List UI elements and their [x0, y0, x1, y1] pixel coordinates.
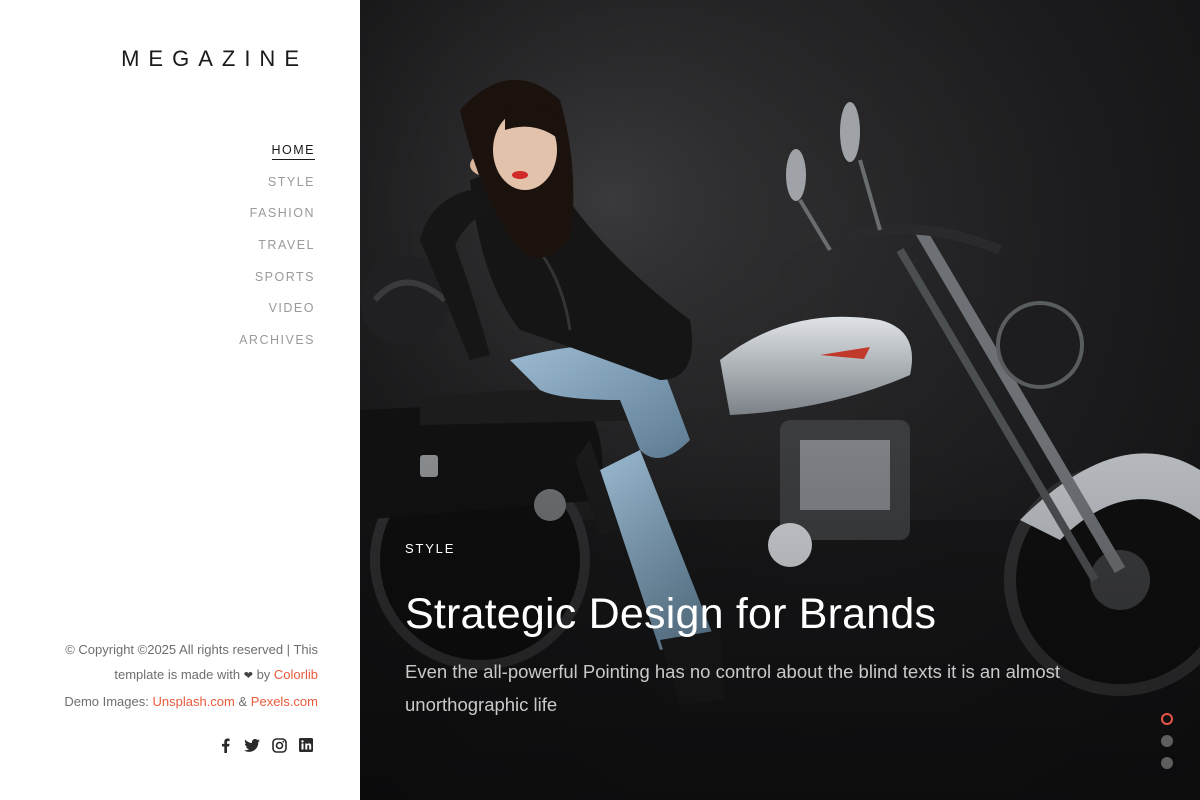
nav-link-style[interactable]: STYLE [268, 175, 315, 191]
slider-dot-3[interactable] [1161, 757, 1173, 769]
nav-item-archives: ARCHIVES [239, 331, 315, 363]
instagram-icon[interactable] [271, 737, 287, 753]
nav-item-sports: SPORTS [239, 268, 315, 300]
nav-item-video: VIDEO [239, 299, 315, 331]
nav-link-archives[interactable]: ARCHIVES [239, 333, 315, 349]
copyright-text: © Copyright ©2025 All rights reserved | … [65, 642, 318, 657]
linkedin-icon[interactable] [298, 737, 314, 753]
nav-link-travel[interactable]: TRAVEL [258, 238, 315, 254]
unsplash-link[interactable]: Unsplash.com [153, 694, 235, 709]
by-text: by [256, 667, 271, 682]
pexels-link[interactable]: Pexels.com [251, 694, 318, 709]
slider-dot-1[interactable] [1161, 713, 1173, 725]
heart-icon: ❤ [243, 670, 253, 682]
main-nav: HOME STYLE FASHION TRAVEL SPORTS VIDEO A… [239, 141, 315, 363]
nav-item-style: STYLE [239, 173, 315, 205]
ampersand-text: & [238, 694, 248, 709]
slider-dots [1161, 713, 1173, 779]
copyright-line: © Copyright ©2025 All rights reserved | … [18, 637, 318, 662]
nav-link-video[interactable]: VIDEO [269, 301, 315, 317]
colorlib-link[interactable]: Colorlib [274, 667, 318, 682]
hero-category[interactable]: STYLE [405, 541, 1145, 556]
nav-item-fashion: FASHION [239, 204, 315, 236]
nav-link-fashion[interactable]: FASHION [250, 206, 315, 222]
sidebar: MEGAZINE HOME STYLE FASHION TRAVEL SPORT… [0, 0, 360, 800]
nav-link-home[interactable]: HOME [271, 143, 315, 160]
footer-info: © Copyright ©2025 All rights reserved | … [18, 637, 318, 714]
hero-slider[interactable]: STYLE Strategic Design for Brands Even t… [360, 0, 1200, 800]
facebook-icon[interactable] [217, 737, 233, 753]
slider-dot-2[interactable] [1161, 735, 1173, 747]
hero-title[interactable]: Strategic Design for Brands [405, 590, 1145, 639]
site-logo[interactable]: MEGAZINE [121, 46, 308, 72]
nav-item-travel: TRAVEL [239, 236, 315, 268]
hero-caption: STYLE Strategic Design for Brands Even t… [405, 541, 1145, 721]
nav-link-sports[interactable]: SPORTS [255, 270, 315, 286]
credit-line: template is made with ❤ by Colorlib [18, 662, 318, 689]
social-links [217, 737, 314, 753]
hero-excerpt: Even the all-powerful Pointing has no co… [405, 661, 1061, 715]
made-with-text: template is made with [114, 667, 241, 682]
nav-item-home: HOME [239, 141, 315, 173]
demo-images-label: Demo Images: [64, 694, 149, 709]
demo-images-line: Demo Images: Unsplash.com & Pexels.com [18, 689, 318, 714]
twitter-icon[interactable] [244, 737, 260, 753]
